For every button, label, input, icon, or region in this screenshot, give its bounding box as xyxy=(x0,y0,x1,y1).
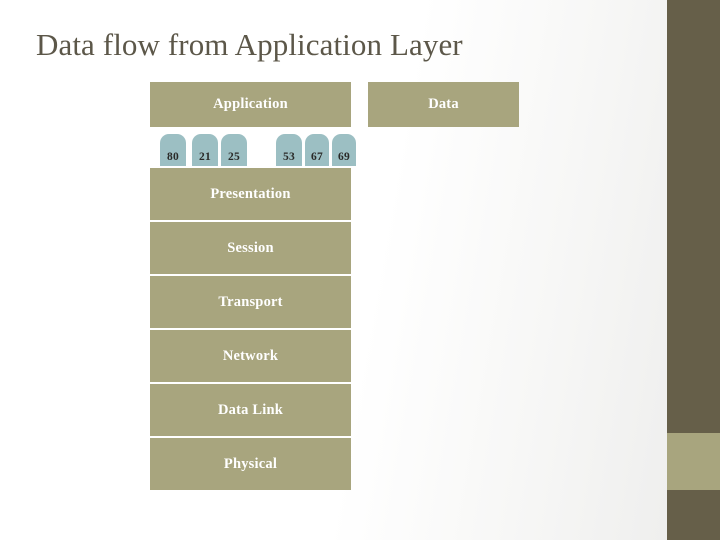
port-chip-25-label: 25 xyxy=(228,151,240,163)
port-chip-69-label: 69 xyxy=(338,151,350,163)
port-chip-25[interactable]: 25 xyxy=(221,134,247,166)
port-chip-21[interactable]: 21 xyxy=(192,134,218,166)
layer-session[interactable]: Session xyxy=(150,222,351,274)
layer-network[interactable]: Network xyxy=(150,330,351,382)
slide-canvas: Data flow from Application Layer Applica… xyxy=(0,0,720,540)
port-chip-67[interactable]: 67 xyxy=(305,134,329,166)
port-chip-80[interactable]: 80 xyxy=(160,134,186,166)
port-chip-67-label: 67 xyxy=(311,151,323,163)
data-box[interactable]: Data xyxy=(368,82,519,127)
port-chip-21-label: 21 xyxy=(199,151,211,163)
layer-presentation-label: Presentation xyxy=(210,185,291,202)
port-chip-53-label: 53 xyxy=(283,151,295,163)
layer-transport[interactable]: Transport xyxy=(150,276,351,328)
port-numbers-band: 80 21 25 53 67 69 xyxy=(150,127,356,166)
page-title: Data flow from Application Layer xyxy=(36,27,463,62)
port-chip-53[interactable]: 53 xyxy=(276,134,302,166)
layer-physical-label: Physical xyxy=(223,455,278,472)
layer-application[interactable]: Application xyxy=(150,82,351,127)
layer-data-link-label: Data Link xyxy=(217,401,284,418)
layer-physical[interactable]: Physical xyxy=(150,438,351,490)
layer-presentation[interactable]: Presentation xyxy=(150,168,351,220)
right-sidebar-accent-block xyxy=(667,433,720,490)
data-box-label: Data xyxy=(428,96,459,112)
port-chip-69[interactable]: 69 xyxy=(332,134,356,166)
layer-session-label: Session xyxy=(227,239,274,256)
layer-transport-label: Transport xyxy=(218,293,283,310)
right-sidebar-bottom-block xyxy=(667,490,720,540)
right-sidebar-top-block xyxy=(667,0,720,433)
port-chip-80-label: 80 xyxy=(167,151,179,163)
osi-layer-stack: Application 80 21 25 53 67 69 Presentati xyxy=(150,82,356,490)
layer-application-label: Application xyxy=(213,96,288,112)
layer-network-label: Network xyxy=(222,347,279,364)
layer-data-link[interactable]: Data Link xyxy=(150,384,351,436)
